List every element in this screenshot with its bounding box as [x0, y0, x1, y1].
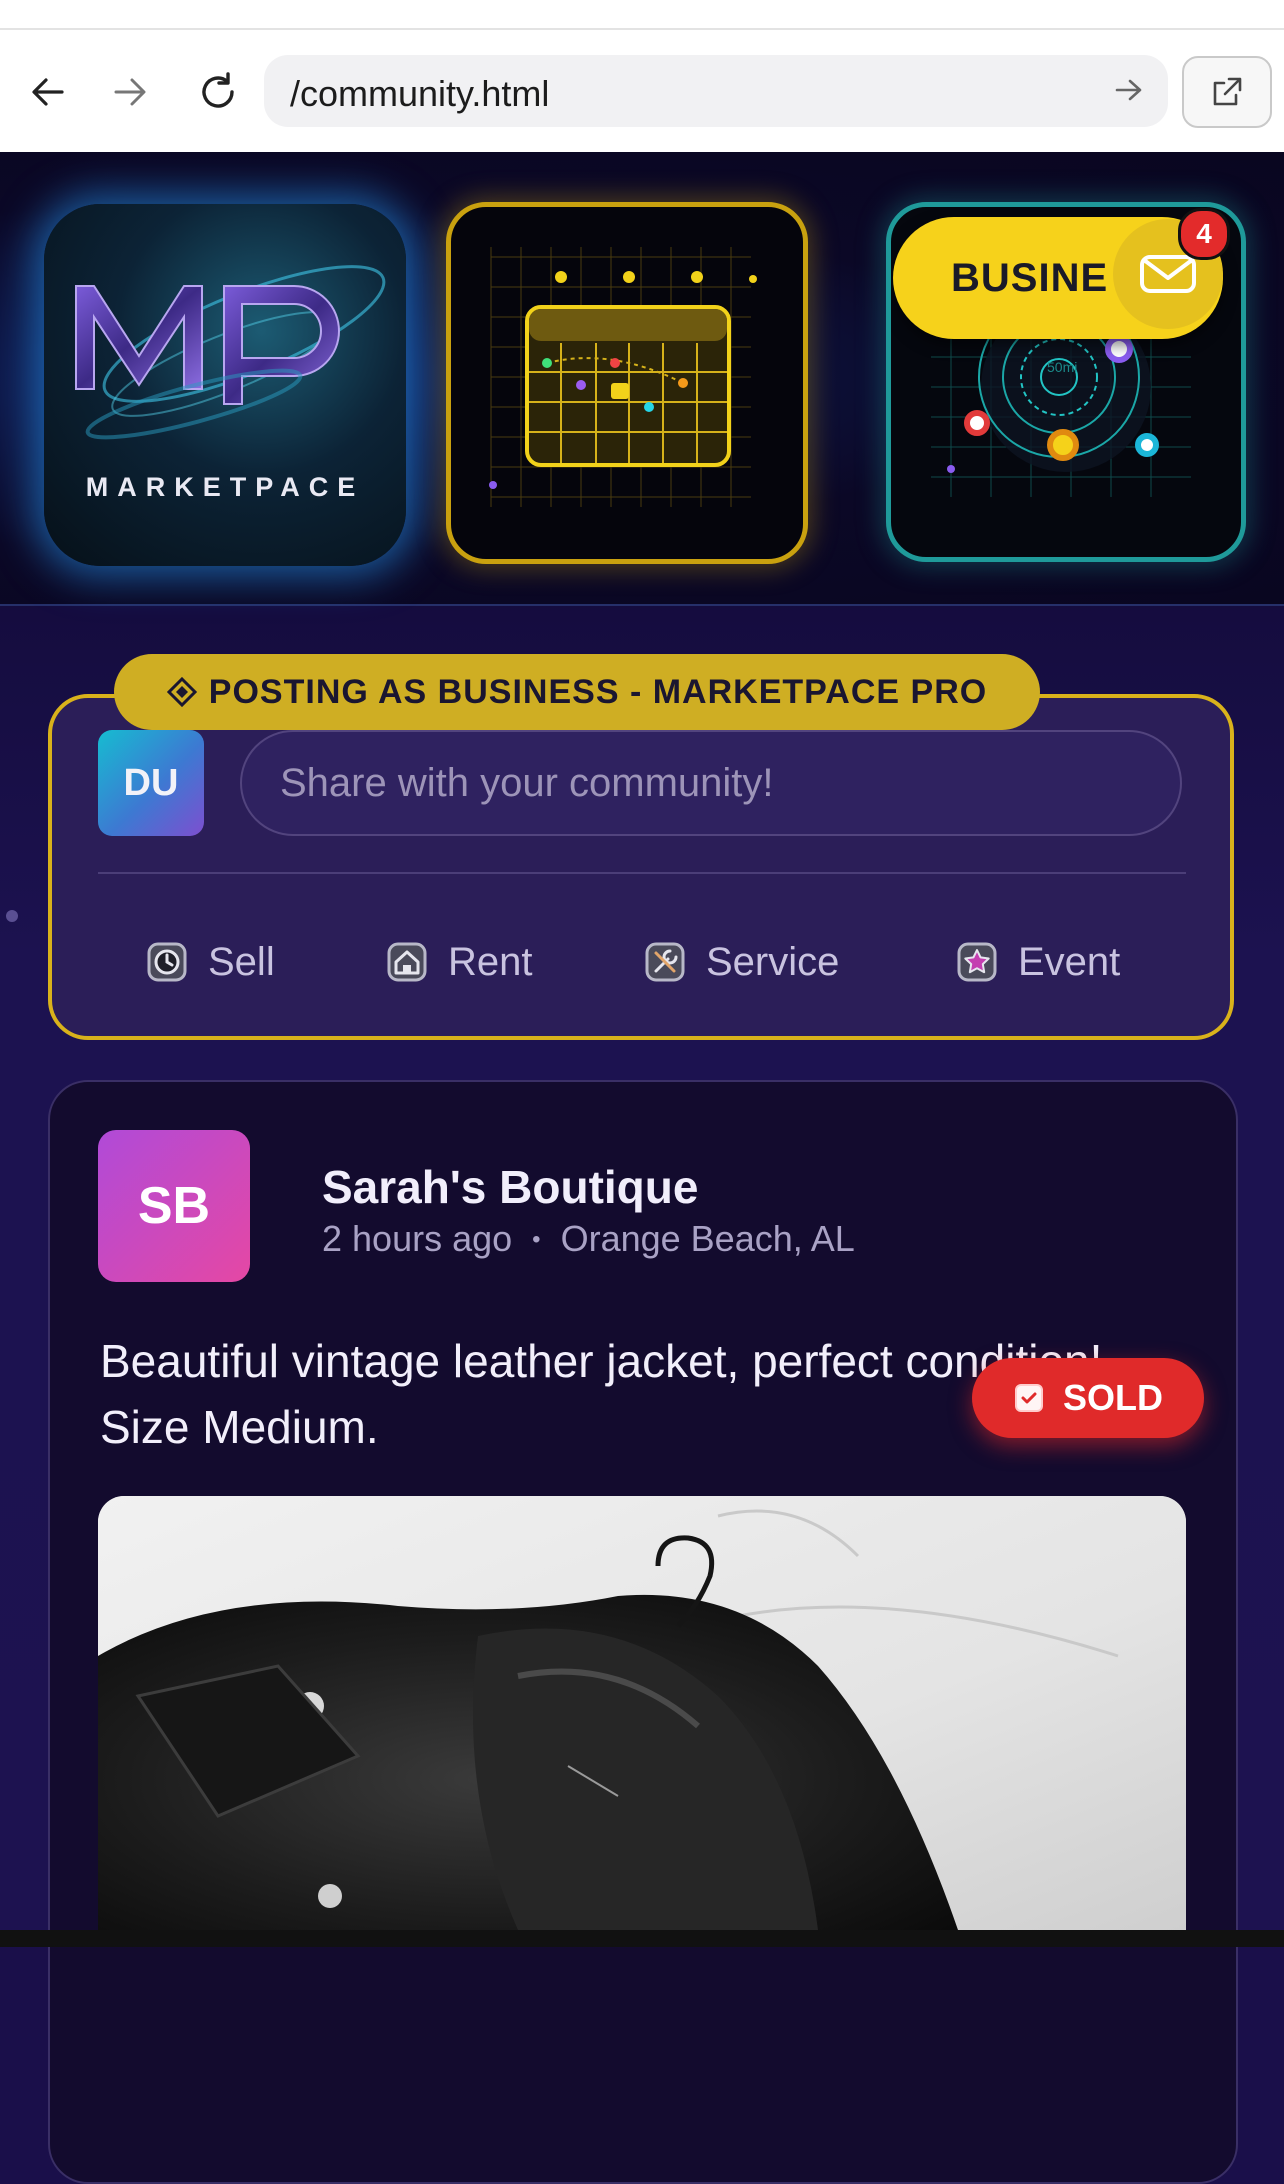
calendar-grid-icon [489, 247, 757, 507]
browser-toolbar: /community.html [0, 0, 1284, 154]
forward-arrow-icon [114, 78, 146, 106]
service-label: Service [706, 939, 840, 984]
posting-as-label: POSTING AS BUSINESS - MARKETPACE PRO [208, 672, 988, 711]
author-avatar[interactable]: SB [98, 1130, 250, 1282]
posting-as-badge: POSTING AS BUSINESS - MARKETPACE PRO [114, 654, 1040, 730]
post-location: Orange Beach, AL [560, 1218, 855, 1259]
sell-action[interactable]: Sell [146, 930, 275, 994]
back-arrow-icon [32, 78, 64, 106]
sold-badge: SOLD [972, 1358, 1204, 1438]
external-link-icon [1213, 77, 1242, 106]
toolbar-divider [0, 28, 1284, 30]
marketpace-logo [75, 265, 386, 440]
post-meta: 2 hours ago • Orange Beach, AL [322, 1218, 855, 1260]
leather-jacket-photo [98, 1496, 1186, 1930]
sell-label: Sell [208, 939, 275, 984]
address-bar[interactable]: /community.html [264, 55, 1168, 127]
rent-label: Rent [448, 939, 533, 984]
author-name[interactable]: Sarah's Boutique [322, 1160, 698, 1214]
rent-action[interactable]: Rent [386, 930, 533, 994]
particle-dot [6, 910, 18, 922]
user-avatar[interactable]: DU [98, 730, 204, 836]
checkbox-icon [1014, 1384, 1043, 1412]
tools-icon [645, 942, 685, 982]
bottom-edge [0, 1930, 1284, 1947]
business-label: BUSINE [951, 256, 1109, 300]
business-toggle-button[interactable]: BUSINE [893, 217, 1223, 339]
reload-button[interactable] [190, 64, 246, 120]
event-label: Event [1018, 939, 1121, 984]
url-text: /community.html [290, 73, 550, 114]
logo-wordmark: MARKETPACE [85, 472, 365, 502]
meta-separator: • [532, 1226, 541, 1253]
post-image[interactable] [98, 1496, 1186, 1930]
marketpace-logo-tile[interactable]: MARKETPACE [44, 204, 406, 566]
calendar-tile[interactable] [446, 202, 808, 564]
star-icon [957, 942, 997, 982]
share-input[interactable]: Share with your community! [240, 730, 1182, 836]
back-button[interactable] [20, 64, 76, 120]
open-external-button[interactable] [1182, 56, 1272, 128]
notification-badge: 4 [1178, 208, 1230, 260]
go-arrow-icon[interactable] [1112, 73, 1146, 107]
reload-icon [202, 72, 234, 108]
service-action[interactable]: Service [644, 930, 839, 994]
map-radius-label: 50mi [1047, 359, 1078, 375]
clock-icon [147, 942, 187, 982]
forward-button[interactable] [102, 64, 158, 120]
sold-label: SOLD [1062, 1377, 1163, 1418]
diamond-icon [166, 677, 197, 707]
hero-banner: MARKETPACE 50mi BUSINE 4 [0, 152, 1284, 606]
post-time: 2 hours ago [322, 1218, 513, 1259]
composer-divider [98, 872, 1186, 874]
home-icon [387, 942, 427, 982]
event-action[interactable]: Event [956, 930, 1120, 994]
mail-icon [1140, 255, 1196, 293]
